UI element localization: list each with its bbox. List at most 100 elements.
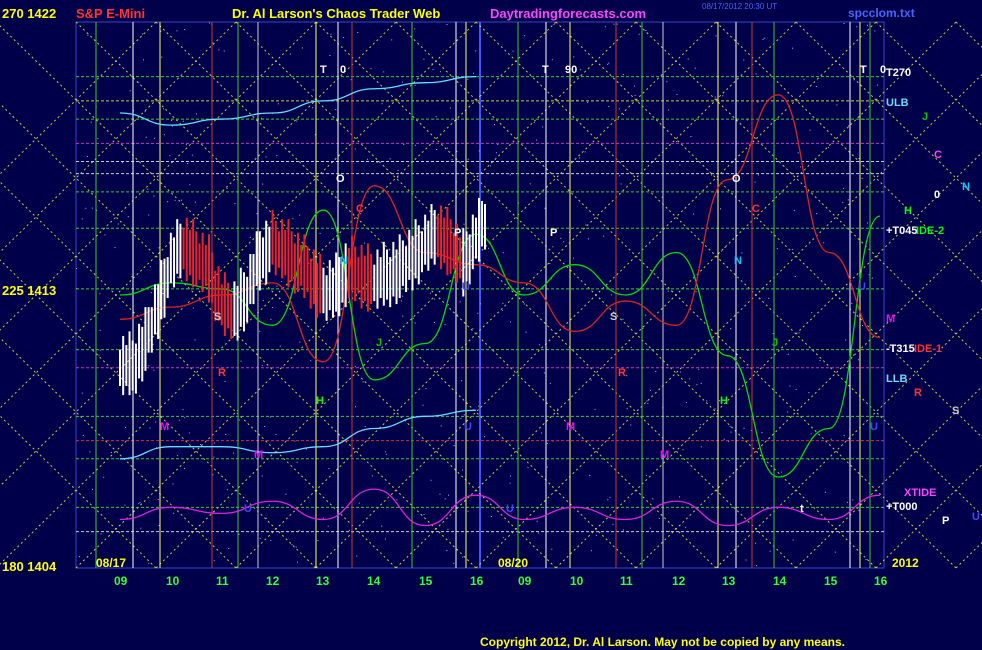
chart-marker: S [610, 311, 617, 323]
series-line-llb [119, 409, 477, 460]
hour-label: 14 [773, 574, 787, 588]
star [149, 266, 151, 268]
star [214, 442, 216, 444]
star [843, 23, 845, 24]
star [277, 103, 279, 105]
star [174, 199, 176, 201]
star [234, 203, 236, 205]
chart-marker: O [732, 173, 741, 185]
star [188, 432, 190, 434]
chart-marker: U [870, 421, 878, 433]
star [676, 94, 678, 95]
star [618, 108, 620, 110]
star [590, 550, 592, 552]
chart-marker: U [464, 421, 472, 433]
star [730, 431, 732, 433]
chart-marker: 0 [340, 64, 346, 76]
star [666, 81, 668, 83]
star [830, 438, 832, 440]
star [319, 232, 321, 234]
star [877, 84, 878, 86]
star [757, 101, 759, 103]
star [354, 148, 356, 150]
star [502, 252, 504, 254]
star [358, 502, 360, 504]
star [371, 475, 373, 477]
chart-marker: U [858, 281, 866, 293]
star [322, 517, 324, 519]
star [99, 329, 101, 331]
star [117, 223, 119, 225]
star [299, 341, 301, 343]
star [446, 24, 448, 25]
star [495, 152, 497, 154]
star [846, 501, 848, 503]
chart-marker: J [772, 337, 778, 349]
star [642, 327, 644, 329]
hour-label: 11 [216, 574, 229, 588]
star [256, 213, 258, 215]
right-label: U [972, 511, 980, 523]
star [155, 421, 157, 423]
star [150, 292, 152, 294]
copyright-notice: Copyright 2012, Dr. Al Larson. May not b… [480, 635, 845, 649]
star [745, 559, 747, 561]
star [853, 79, 855, 81]
star [843, 434, 845, 436]
right-label: C [934, 149, 942, 161]
star [299, 214, 301, 216]
star [163, 134, 165, 136]
star [679, 164, 681, 166]
star [603, 235, 605, 237]
left-price-label-mid: 225 1413 [2, 283, 57, 298]
star [124, 504, 126, 506]
diagonal-lattice [0, 21, 982, 569]
star [177, 455, 179, 457]
star [616, 23, 618, 25]
star [142, 33, 144, 35]
star [848, 125, 850, 127]
right-label: R [914, 387, 922, 399]
star [754, 181, 756, 183]
star [161, 56, 163, 58]
star [589, 474, 591, 476]
star [800, 166, 802, 168]
star [646, 400, 648, 402]
star [129, 90, 131, 92]
star [89, 451, 91, 453]
star [538, 532, 540, 534]
chart-marker: C [752, 203, 760, 215]
star [345, 205, 347, 207]
star [430, 479, 432, 481]
star [125, 426, 126, 428]
star [335, 109, 337, 110]
right-label: LLB [886, 373, 907, 385]
star [262, 183, 264, 185]
star [695, 291, 697, 293]
star [729, 425, 731, 427]
star [301, 47, 303, 49]
site-link[interactable]: Daytradingforecasts.com [490, 6, 646, 21]
star [100, 533, 102, 535]
star [430, 292, 432, 294]
star [446, 147, 448, 149]
hour-label: 10 [570, 574, 584, 588]
star [138, 503, 140, 505]
chart-marker: P [550, 227, 557, 239]
star [762, 39, 764, 40]
star [131, 276, 133, 278]
date-label-2: 08/20 [498, 556, 529, 570]
star [502, 302, 504, 304]
star [189, 184, 191, 186]
hour-label: 15 [419, 574, 433, 588]
star [479, 303, 481, 305]
chart-marker: t [800, 503, 804, 515]
star [668, 530, 670, 532]
star [714, 408, 716, 410]
star [279, 345, 281, 347]
star [262, 300, 264, 302]
star [439, 493, 441, 495]
star [836, 104, 838, 106]
star [529, 183, 531, 185]
star [473, 72, 474, 74]
